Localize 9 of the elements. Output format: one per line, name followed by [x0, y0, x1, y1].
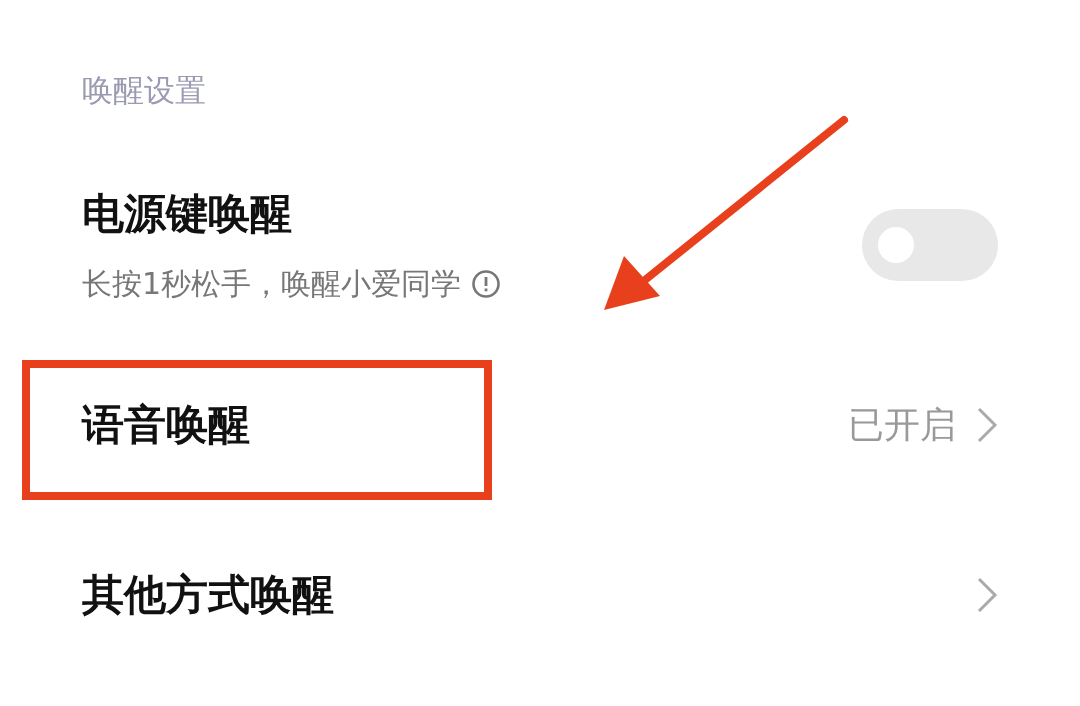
- section-title: 唤醒设置: [82, 71, 207, 110]
- info-icon[interactable]: [471, 269, 502, 299]
- chevron-icon[interactable]: [976, 406, 998, 444]
- setting-title: 其他方式唤醒: [82, 569, 334, 621]
- setting-title: 语音唤醒: [82, 399, 250, 451]
- setting-title: 电源键唤醒: [82, 187, 293, 240]
- chevron-icon[interactable]: [976, 576, 998, 614]
- setting-description: 长按1秒松手，唤醒小爱同学: [82, 264, 462, 303]
- setting-value: 已开启: [848, 402, 956, 447]
